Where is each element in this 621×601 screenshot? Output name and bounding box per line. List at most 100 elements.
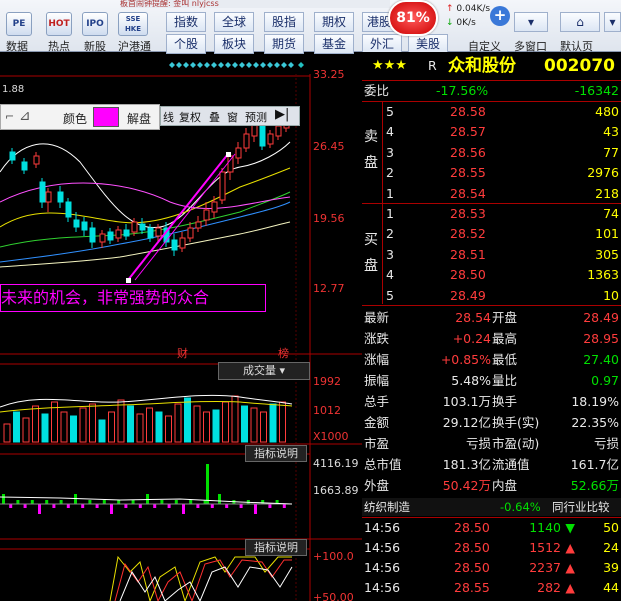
- nav-stocks[interactable]: 个股: [166, 34, 206, 54]
- sell-level: 5: [386, 104, 394, 119]
- quote-label: 总市值: [364, 457, 402, 472]
- speed-gauge[interactable]: 81%: [388, 0, 438, 36]
- volume-selector[interactable]: 成交量 ▾: [218, 362, 310, 380]
- industry-name[interactable]: 纺织制造: [364, 498, 410, 516]
- candle-body: [275, 125, 282, 137]
- signal-diamond: [288, 62, 294, 68]
- quote-label: 最新: [364, 310, 390, 325]
- main-toolbar: 板首闹钟提醒: 金叫 nlyjcss PE 数据 HOT 热点 IPO 新股 S…: [0, 0, 621, 54]
- draw-line-icon[interactable]: ⊿: [19, 108, 31, 124]
- vol-tick-1: 1992: [313, 375, 341, 388]
- indicator-bar: [88, 500, 92, 504]
- sell-volume: 2976: [587, 165, 619, 181]
- draw-cursor-icon[interactable]: ⌐: [5, 110, 14, 123]
- nav-options[interactable]: 期权: [314, 12, 354, 32]
- candle-body: [171, 239, 178, 251]
- marker-bang[interactable]: 榜: [278, 345, 289, 361]
- annotation-textbox[interactable]: 未来的机会，非常强势的众合: [0, 284, 266, 312]
- sell-price: 28.55: [450, 165, 486, 181]
- color-swatch[interactable]: [93, 107, 119, 127]
- opt-window[interactable]: 窗: [227, 109, 238, 125]
- quote-label: 金额: [364, 415, 390, 430]
- add-icon[interactable]: +: [490, 6, 510, 26]
- buy-row[interactable]: 5 28.49 10: [362, 286, 621, 306]
- indicator-bar: [131, 500, 135, 504]
- sell-level: 2: [386, 165, 394, 181]
- home-l2-icon[interactable]: ⌂: [560, 12, 600, 32]
- buy-price: 28.50: [450, 267, 486, 283]
- industry-pct: -0.64%: [500, 500, 541, 514]
- trend-handle[interactable]: [126, 278, 131, 283]
- arrow-right-icon[interactable]: ▶|: [275, 107, 289, 122]
- candle-body: [115, 229, 122, 239]
- quote-value: 50.42万: [442, 478, 491, 493]
- price-tick-2: 26.45: [313, 140, 345, 153]
- sell-row[interactable]: 4 28.57 43: [362, 122, 621, 142]
- kline-chart: [0, 62, 362, 601]
- buy-row[interactable]: 2 28.52 101: [362, 224, 621, 244]
- indicator-spike: [206, 464, 209, 504]
- sell-row[interactable]: 2 28.55 2976: [362, 163, 621, 183]
- candle-body: [203, 209, 210, 221]
- trend-line[interactable]: [127, 153, 229, 281]
- indicator-bar: [110, 504, 113, 514]
- buy-level: 5: [386, 287, 394, 303]
- marker-cai[interactable]: 财: [177, 345, 188, 361]
- candle-body: [33, 155, 40, 165]
- signal-diamond: [197, 62, 203, 68]
- industry-compare[interactable]: 同行业比较: [552, 498, 610, 516]
- stock-name: 众和股份: [448, 56, 516, 76]
- nav-forex[interactable]: 外汇: [362, 34, 402, 54]
- quote-label: 涨跌: [364, 331, 390, 346]
- sse-hke-icon[interactable]: SSE HKE: [118, 12, 148, 36]
- arrow-up-icon: ▲: [565, 560, 575, 575]
- indicator2-help[interactable]: 指标说明: [245, 539, 307, 556]
- opt-forecast[interactable]: 预测: [245, 109, 267, 125]
- nav-us[interactable]: 美股: [408, 34, 448, 54]
- buy-row[interactable]: 4 28.50 1363: [362, 265, 621, 285]
- nav-futures[interactable]: 期货: [264, 34, 304, 54]
- signal-diamond: [183, 62, 189, 68]
- buy-price: 28.49: [450, 287, 486, 303]
- indicator-bar: [153, 504, 157, 508]
- quote-label: 涨幅: [364, 352, 390, 367]
- opt-overlay[interactable]: 叠: [209, 109, 220, 125]
- unlock-button[interactable]: 解盘: [127, 110, 151, 127]
- nav-global[interactable]: 全球: [214, 12, 254, 32]
- nav-index[interactable]: 指数: [166, 12, 206, 32]
- buy-volume: 305: [595, 246, 619, 262]
- buy-row[interactable]: 3 28.51 305: [362, 245, 621, 265]
- sell-row[interactable]: 1 28.54 218: [362, 184, 621, 204]
- trend-handle-2[interactable]: [226, 152, 231, 157]
- quote-panel: ★★★ R 众和股份 002070 委比 -17.56% -16342 卖盘 5…: [362, 52, 621, 601]
- chevron-right-icon[interactable]: ▾: [604, 12, 621, 32]
- opt-fuquan[interactable]: 复权: [179, 109, 201, 125]
- volume-bar: [70, 415, 77, 443]
- pe-icon[interactable]: PE: [6, 12, 32, 36]
- nav-funds[interactable]: 基金: [314, 34, 354, 54]
- stock-header: ★★★ R 众和股份 002070: [362, 56, 621, 78]
- tick-volume: 1140: [529, 520, 561, 535]
- hot-icon[interactable]: HOT: [46, 12, 72, 36]
- opt-line[interactable]: 线: [163, 109, 174, 125]
- nav-sectors[interactable]: 板块: [214, 34, 254, 54]
- sell-level: 4: [386, 124, 394, 140]
- new-stock-icon[interactable]: IPO: [82, 12, 108, 36]
- price-tick-3: 19.56: [313, 212, 345, 225]
- quote-value-2: 0.97: [591, 373, 619, 388]
- dropdown-icon[interactable]: ▾: [514, 12, 548, 32]
- quote-row: 振幅 5.48% 量比 0.97: [362, 371, 621, 391]
- ind2-tick-2: +50.00: [313, 591, 354, 601]
- indicator1-help[interactable]: 指标说明: [245, 445, 307, 462]
- indicator-bar: [66, 504, 70, 508]
- indicator-bar: [45, 500, 49, 504]
- tick-row: 14:56 28.50 1512 ▲ 24: [362, 538, 621, 558]
- buy-row[interactable]: 1 28.53 74: [362, 204, 621, 224]
- nav-stock-index[interactable]: 股指: [264, 12, 304, 32]
- sell-row[interactable]: 3 28.56 77: [362, 143, 621, 163]
- quote-label: 振幅: [364, 373, 390, 388]
- sell-volume: 77: [603, 144, 619, 160]
- sell-row[interactable]: 5 28.58 480: [362, 102, 621, 122]
- volume-bar: [241, 405, 248, 443]
- indicator-bar: [196, 504, 200, 508]
